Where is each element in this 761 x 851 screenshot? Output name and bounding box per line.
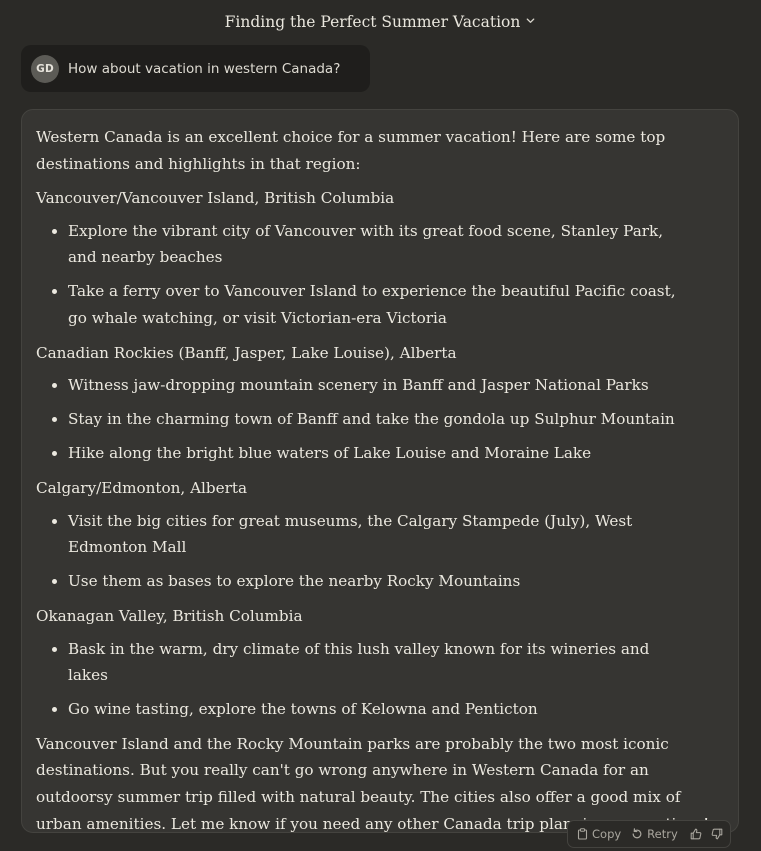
chat-page: Finding the Perfect Summer Vacation GD H… bbox=[0, 0, 761, 851]
section-heading: Canadian Rockies (Banff, Jasper, Lake Lo… bbox=[36, 343, 457, 362]
bullet-list: Explore the vibrant city of Vancouver wi… bbox=[36, 218, 688, 332]
user-message: GD How about vacation in western Canada? bbox=[21, 45, 370, 92]
thumbs-down-button[interactable] bbox=[711, 828, 723, 840]
user-message-text: How about vacation in western Canada? bbox=[68, 60, 341, 77]
list-item: Use them as bases to explore the nearby … bbox=[68, 568, 688, 595]
bullet-list: Bask in the warm, dry climate of this lu… bbox=[36, 636, 688, 723]
conversation-title: Finding the Perfect Summer Vacation bbox=[224, 13, 521, 31]
retry-icon bbox=[631, 828, 643, 840]
section-heading: Vancouver/Vancouver Island, British Colu… bbox=[36, 189, 395, 208]
retry-label: Retry bbox=[647, 827, 678, 841]
list-item: Go wine tasting, explore the towns of Ke… bbox=[68, 696, 688, 723]
copy-button[interactable]: Copy bbox=[577, 827, 621, 841]
list-item: Explore the vibrant city of Vancouver wi… bbox=[68, 218, 688, 271]
bullet-list: Witness jaw-dropping mountain scenery in… bbox=[36, 372, 688, 467]
reply-intro: Western Canada is an excellent choice fo… bbox=[36, 128, 666, 173]
assistant-reply: Western Canada is an excellent choice fo… bbox=[21, 109, 739, 833]
clipboard-icon bbox=[577, 828, 588, 840]
thumbs-up-icon bbox=[690, 828, 702, 840]
conversation-title-button[interactable]: Finding the Perfect Summer Vacation bbox=[0, 10, 761, 34]
avatar: GD bbox=[31, 54, 59, 83]
section-heading: Calgary/Edmonton, Alberta bbox=[36, 479, 248, 498]
section-heading: Okanagan Valley, British Columbia bbox=[36, 606, 303, 625]
thumbs-down-icon bbox=[711, 828, 723, 840]
copy-label: Copy bbox=[592, 827, 622, 841]
chevron-down-icon bbox=[525, 9, 536, 33]
retry-button[interactable]: Retry bbox=[631, 827, 678, 841]
thumbs-up-button[interactable] bbox=[690, 828, 702, 840]
list-item: Take a ferry over to Vancouver Island to… bbox=[68, 278, 688, 331]
list-item: Witness jaw-dropping mountain scenery in… bbox=[68, 372, 688, 399]
bullet-list: Visit the big cities for great museums, … bbox=[36, 508, 688, 595]
message-actions: Copy Retry bbox=[567, 820, 731, 848]
list-item: Hike along the bright blue waters of Lak… bbox=[68, 440, 688, 467]
list-item: Visit the big cities for great museums, … bbox=[68, 508, 688, 561]
list-item: Bask in the warm, dry climate of this lu… bbox=[68, 636, 688, 689]
list-item: Stay in the charming town of Banff and t… bbox=[68, 406, 688, 433]
